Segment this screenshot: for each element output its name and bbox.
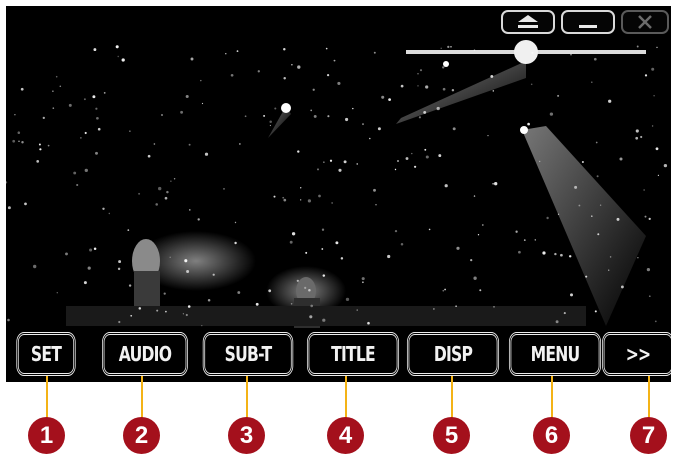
close-icon	[638, 15, 652, 29]
audio-button[interactable]: AUDIO	[102, 332, 188, 376]
set-button-label: SET	[30, 342, 62, 366]
callout-3: 3	[228, 417, 265, 454]
title-button-label: TITLE	[331, 342, 376, 366]
audio-button-label: AUDIO	[118, 342, 172, 366]
callout-1: 1	[28, 417, 65, 454]
callout-2: 2	[123, 417, 160, 454]
menu-button-label: MENU	[530, 342, 581, 366]
close-button[interactable]	[621, 10, 669, 34]
callout-line-4	[345, 376, 347, 418]
callout-line-5	[451, 376, 453, 418]
callout-6: 6	[533, 417, 570, 454]
concert-video-frame[interactable]	[6, 6, 671, 382]
menu-button[interactable]: MENU	[508, 332, 602, 376]
display-button[interactable]: DISP	[406, 332, 500, 376]
callout-4: 4	[327, 417, 364, 454]
set-button[interactable]: SET	[16, 332, 76, 376]
title-button[interactable]: TITLE	[306, 332, 400, 376]
callout-7: 7	[630, 417, 667, 454]
display-button-label: DISP	[433, 342, 473, 366]
next-button-label: >>	[625, 342, 651, 366]
callout-line-6	[551, 376, 553, 418]
minimize-button[interactable]	[561, 10, 615, 34]
minimize-icon	[579, 25, 597, 28]
callout-line-2	[141, 376, 143, 418]
callout-line-7	[648, 376, 650, 418]
eject-button[interactable]	[501, 10, 555, 34]
eject-icon	[518, 15, 538, 28]
subtitle-button-label: SUB-T	[224, 342, 273, 366]
callout-5: 5	[433, 417, 470, 454]
control-bar: SET AUDIO SUB-T TITLE DISP MENU >>	[6, 330, 671, 378]
callout-line-3	[246, 376, 248, 418]
subtitle-button[interactable]: SUB-T	[202, 332, 294, 376]
video-screen: SET AUDIO SUB-T TITLE DISP MENU >>	[6, 6, 671, 382]
callout-line-1	[46, 376, 48, 418]
next-button[interactable]: >>	[602, 332, 671, 376]
